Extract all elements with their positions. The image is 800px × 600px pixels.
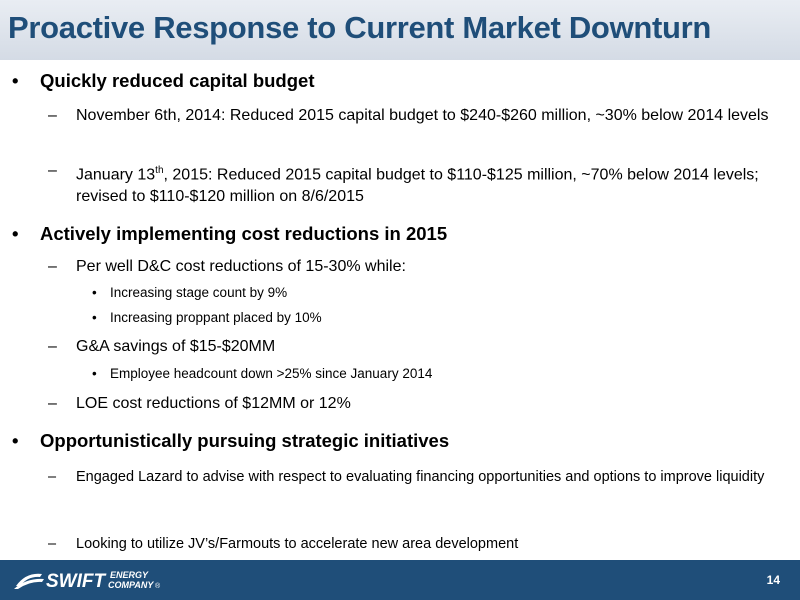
sub-bullet-text-part: January 13 <box>76 166 156 184</box>
sub-bullet-text: G&A savings of $15-$20MM <box>76 338 276 355</box>
sub-bullet-item: – Engaged Lazard to advise with respect … <box>48 461 793 494</box>
sub-sub-bullet-item: • Increasing proppant placed by 10% <box>92 310 322 325</box>
sub-sub-bullet-item: • Increasing stage count by 9% <box>92 285 287 300</box>
dash-marker: – <box>48 162 57 179</box>
sub-bullet-text: Looking to utilize JV’s/Farmouts to acce… <box>76 536 519 552</box>
sub-bullet-text: LOE cost reductions of $12MM or 12% <box>76 395 351 412</box>
bullet-marker: • <box>92 310 97 325</box>
sub-bullet-text: Per well D&C cost reductions of 15-30% w… <box>76 258 406 275</box>
footer-bar: SWIFT ENERGY COMPANY ® 14 <box>0 560 800 600</box>
dash-marker: – <box>48 469 57 485</box>
dash-marker: – <box>48 338 57 355</box>
logo-word-company: COMPANY <box>108 580 154 590</box>
sub-sub-bullet-text: Increasing stage count by 9% <box>110 285 288 300</box>
sub-bullet-text-part: , 2015: Reduced 2015 capital budget to $… <box>76 166 759 206</box>
bullet-marker: • <box>12 223 19 244</box>
logo-word-energy: ENERGY <box>110 570 149 580</box>
sub-sub-bullet-item: • Employee headcount down >25% since Janu… <box>92 366 432 381</box>
bullet-marker: • <box>12 70 19 91</box>
swoosh-icon <box>14 573 44 589</box>
sub-bullet-item: – G&A savings of $15-$20MM <box>48 336 778 358</box>
dash-marker: – <box>48 536 57 552</box>
bullet-marker: • <box>12 430 19 451</box>
slide-content: • Quickly reduced capital budget – Novemb… <box>0 0 800 560</box>
bullet-text: Actively implementing cost reductions in… <box>40 223 448 244</box>
sub-bullet-item: – January 13th, 2015: Reduced 2015 capit… <box>48 160 778 208</box>
sub-bullet-text: Engaged Lazard to advise with respect to… <box>76 469 765 485</box>
swift-energy-logo: SWIFT ENERGY COMPANY ® <box>14 570 161 592</box>
dash-marker: – <box>48 107 57 124</box>
sub-sub-bullet-text: Employee headcount down >25% since Janua… <box>110 366 433 381</box>
bullet-item: • Quickly reduced capital budget <box>12 70 314 92</box>
sub-sub-bullet-text: Increasing proppant placed by 10% <box>110 310 322 325</box>
dash-marker: – <box>48 258 57 275</box>
bullet-marker: • <box>92 285 97 300</box>
sub-bullet-item: – Looking to utilize JV’s/Farmouts to ac… <box>48 533 778 555</box>
sub-bullet-item: – Per well D&C cost reductions of 15-30%… <box>48 256 778 278</box>
dash-marker: – <box>48 395 57 412</box>
bullet-text: Quickly reduced capital budget <box>40 70 315 91</box>
bullet-item: • Actively implementing cost reductions i… <box>12 223 447 245</box>
bullet-item: • Opportunistically pursuing strategic in… <box>12 430 449 452</box>
sub-bullet-text: November 6th, 2014: Reduced 2015 capital… <box>76 107 769 124</box>
bullet-marker: • <box>92 366 97 381</box>
sub-bullet-item: – November 6th, 2014: Reduced 2015 capit… <box>48 105 778 127</box>
logo-word-swift: SWIFT <box>46 571 106 592</box>
registered-mark: ® <box>155 582 161 590</box>
sub-bullet-item: – LOE cost reductions of $12MM or 12% <box>48 393 778 415</box>
bullet-text: Opportunistically pursuing strategic ini… <box>40 430 450 451</box>
sub-bullet-text: January 13th, 2015: Reduced 2015 capital… <box>48 160 778 208</box>
superscript: th <box>155 165 164 176</box>
page-number: 14 <box>766 573 780 587</box>
